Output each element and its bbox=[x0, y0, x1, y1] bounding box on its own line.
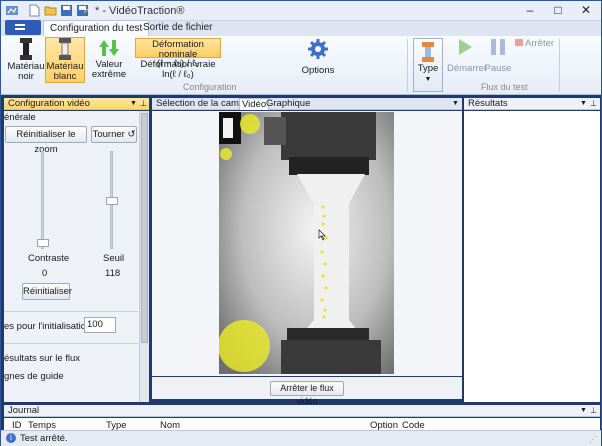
maximize-button[interactable]: □ bbox=[545, 2, 571, 20]
video-config-header: Configuration vidéo ▼ ⊥ bbox=[4, 98, 149, 110]
configuration-group-label: Configuration bbox=[183, 82, 237, 92]
info-icon: i bbox=[6, 433, 16, 443]
contrast-value: 0 bbox=[42, 268, 48, 279]
rotate-button[interactable]: Tourner ↺ bbox=[91, 126, 137, 143]
extreme-value-button[interactable]: Valeur extrême bbox=[89, 38, 129, 82]
stop-icon bbox=[515, 39, 523, 46]
start-button[interactable]: Démarrer bbox=[447, 38, 487, 82]
contrast-slider-thumb[interactable] bbox=[37, 239, 49, 247]
extreme-value-label: Valeur extrême bbox=[91, 59, 127, 80]
nominal-strain-button[interactable]: Déformation nominale (ℓ − ℓ₀) / ℓ₀ bbox=[135, 38, 221, 68]
tab-graph[interactable]: Graphique bbox=[266, 98, 310, 109]
play-icon bbox=[459, 39, 472, 55]
video-config-title: Configuration vidéo bbox=[8, 98, 90, 109]
results-title: Résultats bbox=[468, 98, 508, 109]
pause-button[interactable]: Pause bbox=[483, 38, 513, 82]
init-label: es pour l'initialisation bbox=[4, 321, 92, 332]
pane-menu-icon[interactable]: ▼ bbox=[130, 98, 137, 109]
pane-menu-icon[interactable]: ▼ bbox=[580, 405, 587, 416]
section-divider bbox=[4, 311, 138, 312]
type-dropdown-button[interactable]: Type ▼ bbox=[413, 38, 443, 92]
save-icon[interactable] bbox=[60, 4, 74, 17]
title-bar: * - VidéoTraction® – □ ✕ bbox=[1, 1, 601, 21]
stop-video-button[interactable]: Arrêter le flux vidéo bbox=[270, 381, 344, 406]
pin-icon[interactable]: ⊥ bbox=[590, 98, 597, 109]
init-value-field[interactable]: 100 bbox=[84, 317, 116, 333]
threshold-slider-thumb[interactable] bbox=[106, 197, 118, 205]
options-label: Options bbox=[301, 65, 335, 76]
section-divider-2 bbox=[4, 343, 138, 344]
results-header: Résultats ▼ ⊥ bbox=[464, 98, 600, 110]
pin-icon[interactable]: ⊥ bbox=[590, 405, 597, 416]
status-text: Test arrêté. bbox=[20, 433, 68, 444]
journal-title: Journal bbox=[8, 405, 40, 416]
tab-test-configuration[interactable]: Configuration du test bbox=[43, 20, 150, 36]
open-folder-icon[interactable] bbox=[44, 4, 58, 17]
journal-table: ID Temps Type Nom Option Code bbox=[4, 418, 600, 431]
guide-lines-label[interactable]: gnes de guide bbox=[4, 371, 64, 382]
app-window: * - VidéoTraction® – □ ✕ Configuration d… bbox=[0, 0, 602, 446]
reset-zoom-button[interactable]: Réinitialiser le zoom bbox=[5, 126, 87, 155]
center-tab-bar: Sélection de la caméra Vidéo Graphique ▼ bbox=[152, 98, 462, 110]
material-black-button[interactable]: Matériau noir bbox=[6, 38, 46, 82]
tab-file-output[interactable]: Sortie de fichier bbox=[137, 20, 218, 36]
stop-button[interactable]: Arrêter bbox=[515, 39, 555, 51]
left-pane-scrollbar[interactable] bbox=[139, 111, 149, 402]
close-button[interactable]: ✕ bbox=[573, 2, 599, 20]
chevron-down-icon: ▼ bbox=[424, 76, 432, 83]
nominal-strain-title: Déformation nominale bbox=[152, 39, 204, 60]
threshold-value: 118 bbox=[105, 268, 121, 279]
file-menu-button[interactable] bbox=[5, 20, 41, 35]
type-label: Type bbox=[417, 63, 439, 74]
left-pane-scroll-thumb[interactable] bbox=[141, 113, 148, 343]
minimize-button[interactable]: – bbox=[517, 2, 543, 20]
journal-header: Journal ▼ ⊥ bbox=[4, 405, 600, 417]
app-logo-icon bbox=[6, 6, 18, 15]
contrast-slider[interactable] bbox=[41, 151, 44, 249]
resize-grip-icon[interactable]: ⋰ bbox=[589, 435, 597, 444]
video-config-pane: énérale Réinitialiser le zoom Tourner ↺ … bbox=[4, 111, 149, 402]
extreme-arrows-icon bbox=[99, 40, 119, 56]
pause-icon bbox=[491, 39, 505, 55]
true-strain-formula: ln(ℓ / ℓ₀) bbox=[162, 68, 194, 80]
material-black-label: Matériau noir bbox=[7, 61, 45, 82]
results-pane bbox=[464, 111, 600, 402]
threshold-label: Seuil bbox=[103, 253, 125, 264]
pause-label: Pause bbox=[484, 63, 512, 74]
ribbon: Matériau noir Matériau blanc Valeur extr… bbox=[1, 36, 601, 95]
specimen-type-icon bbox=[422, 42, 434, 62]
pin-icon[interactable]: ⊥ bbox=[140, 98, 147, 109]
stop-label: Arrêter bbox=[525, 38, 555, 49]
flow-group-label: Flux du test bbox=[481, 82, 528, 92]
new-file-icon[interactable] bbox=[27, 4, 41, 17]
save-as-icon[interactable] bbox=[76, 4, 90, 17]
start-label: Démarrer bbox=[447, 63, 488, 74]
pane-menu-icon[interactable]: ▼ bbox=[580, 98, 587, 109]
options-button[interactable]: Options bbox=[297, 38, 339, 82]
reset-button[interactable]: Réinitialiser bbox=[22, 283, 72, 300]
tab-video[interactable]: Vidéo bbox=[239, 98, 270, 110]
material-white-button[interactable]: Matériau blanc bbox=[45, 37, 85, 83]
black-specimen-icon bbox=[20, 38, 32, 60]
status-bar: i Test arrêté. ⋰ bbox=[1, 430, 601, 446]
video-feed[interactable] bbox=[219, 112, 394, 374]
window-title: * - VidéoTraction® bbox=[95, 5, 185, 17]
pane-menu-icon[interactable]: ▼ bbox=[452, 98, 459, 109]
results-on-flow-label[interactable]: ésultats sur le flux bbox=[4, 353, 80, 364]
video-image bbox=[219, 112, 394, 374]
material-white-label: Matériau blanc bbox=[46, 61, 84, 82]
contrast-label: Contraste bbox=[28, 253, 70, 264]
ribbon-separator bbox=[407, 39, 408, 92]
ribbon-separator-2 bbox=[559, 39, 560, 92]
true-strain-button[interactable]: Déformation vraie ln(ℓ / ℓ₀) bbox=[135, 59, 221, 79]
gear-icon bbox=[308, 39, 328, 59]
white-specimen-icon bbox=[59, 38, 71, 60]
section-general-label: énérale bbox=[4, 112, 36, 123]
